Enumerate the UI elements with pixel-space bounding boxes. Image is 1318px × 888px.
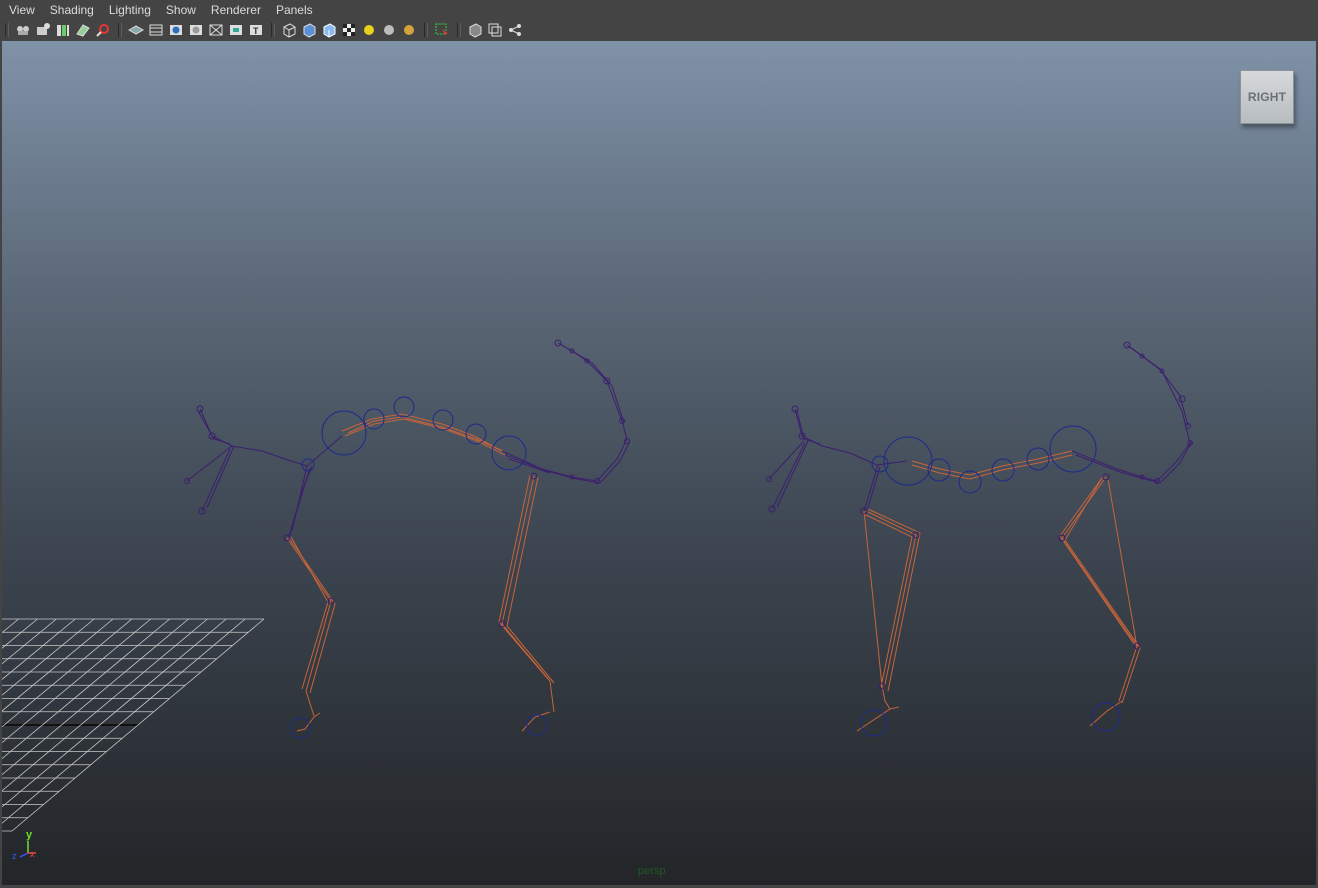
isolate-select-icon[interactable] (434, 22, 450, 38)
viewport-toolbar: T (0, 20, 1318, 40)
skeleton-right-controls (860, 425, 1121, 737)
skeleton-left-controls (289, 396, 548, 739)
menu-view[interactable]: View (0, 0, 42, 20)
skeleton-left[interactable] (184, 339, 631, 739)
camera-name-label: persp (638, 865, 666, 877)
gate-mask-icon[interactable] (188, 22, 204, 38)
xray-joints-icon[interactable] (487, 22, 503, 38)
skeleton-left-bones (286, 413, 555, 732)
axis-gizmo-icon: z x (12, 841, 36, 861)
3d-viewport[interactable]: RIGHT y z x persp (2, 41, 1316, 885)
film-gate-icon[interactable] (148, 22, 164, 38)
toolbar-separator (5, 23, 9, 37)
svg-text:T: T (253, 26, 259, 36)
skeleton-right-bones (856, 450, 1141, 732)
xray-icon[interactable] (467, 22, 483, 38)
scene-canvas[interactable] (2, 41, 1316, 885)
field-chart-icon[interactable] (208, 22, 224, 38)
ground-grid (2, 618, 265, 832)
viewport-menu-bar: View Shading Lighting Show Renderer Panels (0, 0, 1318, 20)
menu-shading[interactable]: Shading (42, 0, 101, 20)
bookmark-icon[interactable] (55, 22, 71, 38)
2d-pan-zoom-icon[interactable] (95, 22, 111, 38)
use-all-lights-icon[interactable] (361, 22, 377, 38)
view-cube[interactable]: RIGHT (1240, 70, 1294, 124)
toolbar-separator (271, 23, 275, 37)
camera-attributes-icon[interactable] (35, 22, 51, 38)
axis-indicator: y z x (8, 829, 44, 865)
shadows-icon[interactable] (381, 22, 397, 38)
toolbar-separator (457, 23, 461, 37)
skeleton-right[interactable] (766, 341, 1193, 737)
toolbar-separator (118, 23, 122, 37)
grid-icon[interactable] (128, 22, 144, 38)
xray-components-icon[interactable] (507, 22, 523, 38)
skeleton-left-joints (186, 342, 631, 539)
toolbar-separator (424, 23, 428, 37)
image-plane-icon[interactable] (75, 22, 91, 38)
smooth-shade-icon[interactable] (301, 22, 317, 38)
svg-text:x: x (30, 849, 35, 859)
menu-panels[interactable]: Panels (268, 0, 320, 20)
skeleton-left-joint-dots (184, 339, 630, 628)
wireframe-icon[interactable] (281, 22, 297, 38)
screen-space-ao-icon[interactable] (401, 22, 417, 38)
safe-action-icon[interactable] (228, 22, 244, 38)
svg-text:z: z (12, 851, 17, 861)
camera-select-icon[interactable] (15, 22, 31, 38)
textured-icon[interactable] (341, 22, 357, 38)
safe-title-icon[interactable]: T (248, 22, 264, 38)
menu-renderer[interactable]: Renderer (203, 0, 268, 20)
menu-lighting[interactable]: Lighting (101, 0, 158, 20)
wireframe-on-shaded-icon[interactable] (321, 22, 337, 38)
view-cube-label: RIGHT (1247, 90, 1287, 104)
resolution-gate-icon[interactable] (168, 22, 184, 38)
menu-show[interactable]: Show (158, 0, 203, 20)
